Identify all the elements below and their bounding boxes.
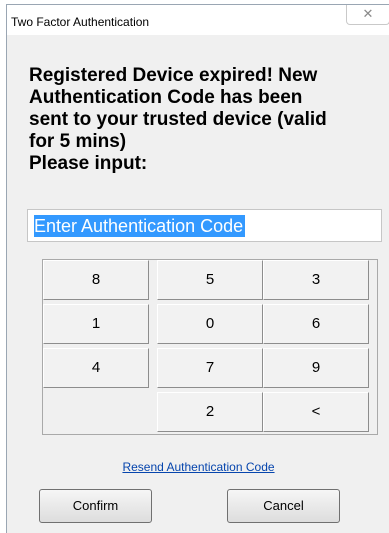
confirm-button[interactable]: Confirm [39, 489, 152, 523]
authentication-code-value: Enter Authentication Code [34, 215, 246, 237]
key-9[interactable]: 9 [263, 348, 369, 388]
close-button[interactable]: ✕ [346, 5, 389, 25]
cancel-button[interactable]: Cancel [227, 489, 340, 523]
message-line: for 5 mins) [29, 131, 127, 152]
key-7[interactable]: 7 [157, 348, 263, 388]
message-line: Please input: [29, 153, 148, 174]
key-4[interactable]: 4 [43, 348, 149, 388]
key-8[interactable]: 8 [43, 260, 149, 300]
authentication-code-input[interactable]: Enter Authentication Code [27, 209, 382, 242]
message-line: Registered Device expired! New [29, 65, 318, 86]
message-line: Authentication Code has been [29, 87, 303, 108]
key-3[interactable]: 3 [263, 260, 369, 300]
two-factor-dialog: Two Factor Authentication ✕ Registered D… [6, 4, 389, 533]
close-icon: ✕ [362, 6, 374, 21]
key-2[interactable]: 2 [157, 392, 263, 432]
message-line: sent to your trusted device (valid [29, 109, 327, 130]
key-5[interactable]: 5 [157, 260, 263, 300]
backspace-key[interactable]: < [263, 392, 369, 432]
instruction-message: Registered Device expired! New Authentic… [29, 65, 379, 175]
title-bar: Two Factor Authentication ✕ [7, 5, 389, 35]
numeric-keypad: 8 5 3 1 0 6 4 7 9 2 < [42, 259, 378, 435]
key-0[interactable]: 0 [157, 304, 263, 344]
resend-code-link[interactable]: Resend Authentication Code [7, 460, 389, 474]
key-6[interactable]: 6 [263, 304, 369, 344]
key-1[interactable]: 1 [43, 304, 149, 344]
window-title: Two Factor Authentication [11, 15, 150, 29]
